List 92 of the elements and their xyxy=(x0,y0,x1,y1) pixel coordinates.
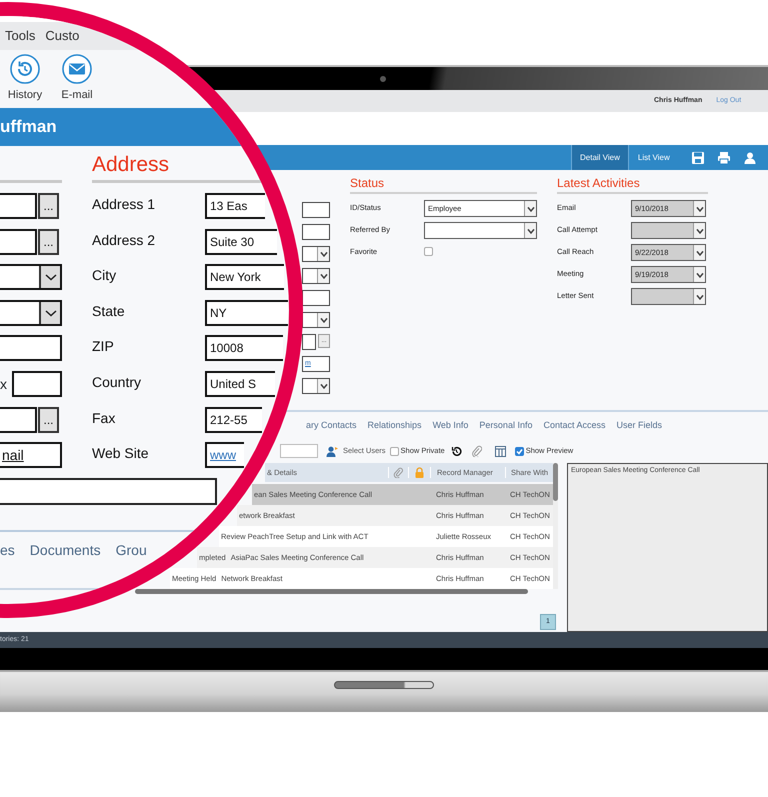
chevron-icon xyxy=(526,226,534,234)
dropdown[interactable] xyxy=(302,246,330,262)
scrollbar[interactable] xyxy=(135,589,528,594)
dropdown[interactable] xyxy=(0,300,62,326)
input-field[interactable]: Suite 30 xyxy=(205,228,277,255)
chevron-icon xyxy=(696,248,704,256)
input-field[interactable]: 10008 xyxy=(205,335,283,362)
history-icon[interactable] xyxy=(450,446,462,456)
input-field[interactable]: United S xyxy=(205,370,275,397)
email-icon xyxy=(62,54,92,84)
input-field[interactable] xyxy=(0,478,217,505)
input-field[interactable] xyxy=(302,202,330,218)
toolbar-button[interactable]: History xyxy=(4,54,46,108)
field-label: State xyxy=(92,302,126,321)
view-tab[interactable]: List View xyxy=(628,145,679,170)
input-field[interactable] xyxy=(302,290,330,306)
chevron-icon xyxy=(526,204,534,212)
input-field[interactable]: 13 Eas xyxy=(205,193,265,219)
section-heading: Address xyxy=(92,152,170,178)
input-field[interactable] xyxy=(0,406,37,433)
record-title: uffman xyxy=(0,117,57,136)
field-label: Address 2 xyxy=(92,230,156,250)
input-field[interactable] xyxy=(0,335,62,362)
lookup-button[interactable]: ... xyxy=(38,228,59,255)
input-field[interactable]: 212-55 xyxy=(205,406,262,433)
user-icon xyxy=(326,446,339,456)
dropdown[interactable] xyxy=(302,268,330,284)
tab[interactable]: Grou xyxy=(116,540,147,560)
input-field[interactable]: nail xyxy=(0,442,62,468)
section-heading: Status xyxy=(350,177,537,194)
tab[interactable]: Relationships xyxy=(368,419,422,433)
paperclip-icon[interactable] xyxy=(470,445,482,457)
date-dropdown[interactable] xyxy=(631,288,706,305)
dropdown[interactable] xyxy=(302,378,330,394)
field-label: City xyxy=(92,266,118,286)
checkbox[interactable] xyxy=(390,446,399,456)
person-icon[interactable] xyxy=(742,150,757,164)
lookup-button[interactable]: ... xyxy=(38,406,59,433)
history-icon xyxy=(10,54,40,84)
save-icon[interactable] xyxy=(690,150,705,164)
chevron-icon xyxy=(696,204,704,212)
chevron-icon xyxy=(320,250,328,258)
field-label: Address 1 xyxy=(92,195,156,214)
paperclip-icon xyxy=(393,467,403,478)
checkbox[interactable] xyxy=(424,247,433,256)
scrollbar[interactable] xyxy=(553,463,558,589)
chevron-icon xyxy=(320,382,328,390)
tab[interactable]: User Fields xyxy=(616,419,662,433)
input-field[interactable] xyxy=(302,224,330,240)
field-label: Web Site xyxy=(92,444,150,464)
input-field[interactable]: New York xyxy=(205,264,284,290)
tab[interactable]: Contact Access xyxy=(543,419,606,433)
input-field[interactable] xyxy=(0,228,37,255)
menu-item[interactable]: Custo xyxy=(45,26,80,46)
tab[interactable]: ary Contacts xyxy=(306,419,357,433)
tab[interactable]: es xyxy=(0,540,15,560)
lock-icon xyxy=(415,467,424,478)
tab[interactable]: Web Info xyxy=(432,419,468,433)
print-icon[interactable] xyxy=(716,150,731,164)
date-dropdown[interactable] xyxy=(631,222,706,239)
camera-dot xyxy=(380,76,386,82)
chevron-icon xyxy=(320,316,328,324)
input-field[interactable]: NY xyxy=(205,300,288,326)
field-label: ZIP xyxy=(92,337,115,356)
toolbar-button[interactable]: E-mail xyxy=(56,54,98,108)
dropdown[interactable] xyxy=(302,312,330,328)
chevron-icon xyxy=(44,308,56,318)
field-label: x xyxy=(0,374,8,394)
chevron-icon xyxy=(696,270,704,278)
chevron-icon xyxy=(696,292,704,300)
menu-item[interactable]: Tools xyxy=(5,26,36,46)
view-tab[interactable]: Detail View xyxy=(571,145,629,170)
dropdown[interactable] xyxy=(424,222,537,239)
scrollbar-thumb[interactable] xyxy=(553,463,558,501)
chevron-icon xyxy=(696,226,704,234)
input-field[interactable]: www xyxy=(205,442,244,468)
tab[interactable]: Personal Info xyxy=(479,419,532,433)
dropdown[interactable] xyxy=(0,264,62,290)
columns-icon[interactable] xyxy=(494,446,506,456)
field-label: Fax xyxy=(92,408,116,428)
input-field[interactable] xyxy=(0,193,37,219)
field-label: Country xyxy=(92,372,142,392)
lookup-button[interactable]: ... xyxy=(38,193,59,219)
tab[interactable]: Documents xyxy=(30,540,101,560)
chevron-icon xyxy=(320,272,328,280)
checkbox[interactable] xyxy=(514,446,524,456)
section-heading: Latest Activities xyxy=(557,177,708,194)
input-field[interactable] xyxy=(12,370,62,397)
check-icon xyxy=(516,448,523,454)
search-field[interactable] xyxy=(280,444,318,458)
chevron-icon xyxy=(44,272,56,282)
input-field[interactable] xyxy=(302,334,316,350)
